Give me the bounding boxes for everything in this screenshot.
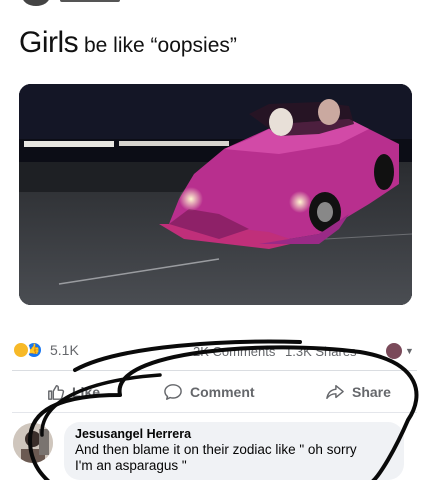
- like-label: Like: [72, 384, 101, 400]
- comments-count[interactable]: 2K Comments: [193, 344, 275, 359]
- post-caption: Girls be like “oopsies”: [19, 26, 237, 60]
- divider: [12, 412, 417, 413]
- comment-label: Comment: [190, 384, 255, 400]
- car-scene-illustration: [19, 84, 412, 305]
- comment-text-line-2: I'm an asparagus ": [75, 458, 187, 473]
- share-label: Share: [352, 384, 391, 400]
- thumbs-up-icon: [48, 384, 65, 400]
- comment-text-line-1: And then blame it on their zodiac like "…: [75, 442, 357, 457]
- caption-text: be like “oopsies”: [78, 34, 237, 57]
- post-image[interactable]: [19, 84, 412, 305]
- engagement-stats: 2K Comments 1.3K Shares: [193, 344, 363, 359]
- chevron-down-icon: ▼: [405, 346, 414, 356]
- cropped-page-name[interactable]: [60, 0, 120, 2]
- cropped-page-avatar[interactable]: [22, 0, 50, 6]
- caption-emphasis: Girls: [19, 26, 79, 59]
- like-button[interactable]: Like: [47, 383, 100, 401]
- haha-icon: [12, 341, 30, 359]
- reaction-as-selector[interactable]: ▼: [386, 343, 414, 359]
- share-arrow-icon: [326, 384, 344, 400]
- reaction-count: 5.1K: [50, 342, 79, 358]
- user-avatar: [386, 343, 402, 359]
- reactions-summary[interactable]: 👍 5.1K: [12, 341, 79, 359]
- comment-bubble: Jesusangel Herrera And then blame it on …: [64, 422, 404, 480]
- shares-count[interactable]: 1.3K Shares: [285, 344, 357, 359]
- divider: [12, 370, 417, 371]
- comment-button[interactable]: Comment: [163, 383, 255, 401]
- commenter-photo: [13, 423, 53, 463]
- share-button[interactable]: Share: [325, 383, 391, 401]
- comment-author[interactable]: Jesusangel Herrera: [75, 427, 394, 442]
- speech-bubble-icon: [164, 384, 182, 400]
- commenter-avatar[interactable]: [13, 423, 53, 463]
